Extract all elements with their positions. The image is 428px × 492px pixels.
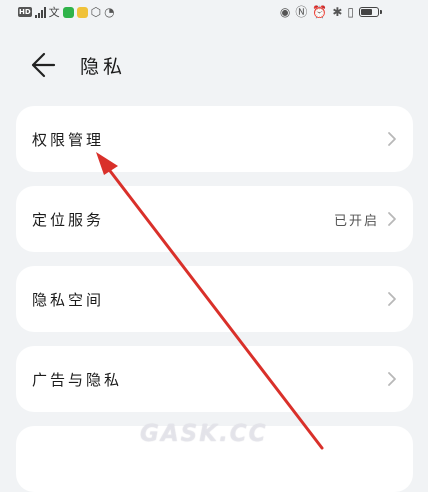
page-title: 隐私 — [80, 56, 127, 78]
ads-and-privacy-item[interactable]: 广告与隐私 — [16, 346, 413, 412]
bluetooth-icon: ✱ — [332, 5, 343, 19]
chevron-right-icon — [388, 372, 396, 386]
eye-icon: ◉ — [279, 5, 291, 19]
alarm-icon: ⏰ — [312, 5, 328, 19]
item-label: 广告与隐私 — [32, 370, 123, 389]
privacy-space-item[interactable]: 隐私空间 — [16, 266, 413, 332]
app-icon — [76, 6, 88, 18]
hd-icon: HD — [18, 7, 32, 17]
location-status-value: 已开启 — [333, 213, 379, 229]
status-bar: HD 文 ⬡ ◔ ◉ Ⓝ ⏰ ✱ ▯ — [0, 0, 428, 26]
item-label: 隐私空间 — [32, 290, 105, 309]
permission-management-item[interactable]: 权限管理 — [16, 106, 413, 172]
chevron-right-icon — [388, 292, 396, 306]
header: 隐私 — [0, 44, 428, 84]
signal-icon — [34, 6, 46, 18]
wechat-icon — [62, 6, 74, 18]
status-right: ◉ Ⓝ ⏰ ✱ ▯ — [280, 5, 382, 19]
chevron-right-icon — [388, 212, 396, 226]
sync-icon: ◔ — [104, 5, 115, 19]
back-arrow-icon[interactable] — [26, 48, 60, 82]
vibrate-icon: ▯ — [347, 5, 354, 19]
item-label: 权限管理 — [32, 130, 105, 149]
battery-icon — [359, 7, 379, 17]
battery-tip — [380, 10, 382, 14]
status-left: HD 文 ⬡ ◔ — [18, 5, 115, 19]
gallery-icon: ⬡ — [90, 5, 102, 19]
watermark: GASK.CC — [140, 421, 268, 447]
nfc-icon: Ⓝ — [295, 5, 308, 19]
text-icon: 文 — [48, 5, 60, 19]
chevron-right-icon — [388, 132, 396, 146]
item-label: 定位服务 — [32, 210, 105, 229]
location-services-item[interactable]: 定位服务 已开启 — [16, 186, 413, 252]
